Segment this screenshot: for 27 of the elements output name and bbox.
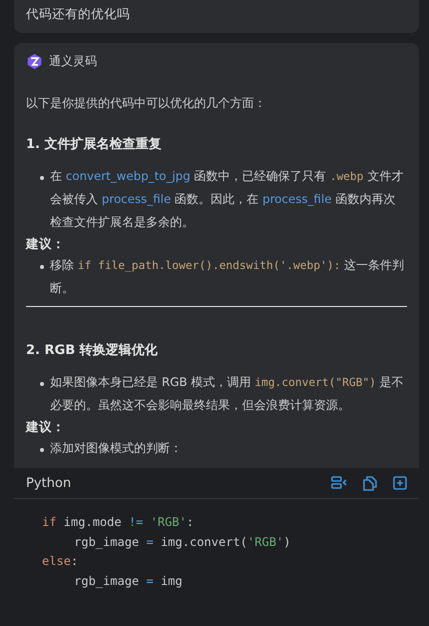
- add-icon[interactable]: [393, 476, 407, 490]
- code-link[interactable]: process_file: [102, 192, 171, 206]
- language-label: Python: [26, 476, 72, 490]
- suggestion-label: 建议：: [26, 235, 66, 253]
- code-line: if img.mode != 'RGB':: [42, 514, 195, 531]
- bullet-text: 如果图像本身已经是 RGB 模式，调用 img.convert("RGB") 是不必要的。虽然这不会影响最终结果，但会浪费计算资源。: [50, 374, 405, 414]
- insert-icon[interactable]: [331, 476, 347, 490]
- paragraph: 以下是你提供的代码中可以优化的几个方面：: [26, 95, 267, 112]
- bullet-text: 在 convert_webp_to_jpg 函数中，已经确保了只有 .webp 文件才会被传入 process_file 函数。因此，在 process_file 函数内再次检查文件扩展名是多余的。: [50, 168, 404, 231]
- bullet-text: 添加对图像模式的判断：: [50, 440, 182, 457]
- bullet-icon: [40, 382, 44, 386]
- bullet-icon: [40, 265, 44, 269]
- code-line: rgb_image = img.convert('RGB'): [73, 534, 292, 551]
- assistant-name: 通义灵码: [49, 53, 97, 70]
- suggestion-label: 建议：: [26, 418, 66, 436]
- code-link[interactable]: convert_webp_to_jpg: [66, 169, 190, 183]
- code-link[interactable]: process_file: [262, 192, 332, 206]
- bullet-icon: [40, 448, 44, 452]
- copy-icon[interactable]: [363, 476, 377, 490]
- bullet-icon: [40, 176, 44, 180]
- logo-icon: [26, 53, 43, 70]
- section-heading: 1. 文件扩展名检查重复: [26, 136, 163, 153]
- user-message: 代码还有的优化吗: [14, 0, 419, 33]
- section-heading: 2. RGB 转换逻辑优化: [26, 342, 159, 359]
- bullet-text: 移除 if file_path.lower().endswith('.webp'): 这一条件判断。: [50, 257, 406, 297]
- code-line: else:: [42, 553, 80, 570]
- code-line: rgb_image = img: [73, 572, 184, 590]
